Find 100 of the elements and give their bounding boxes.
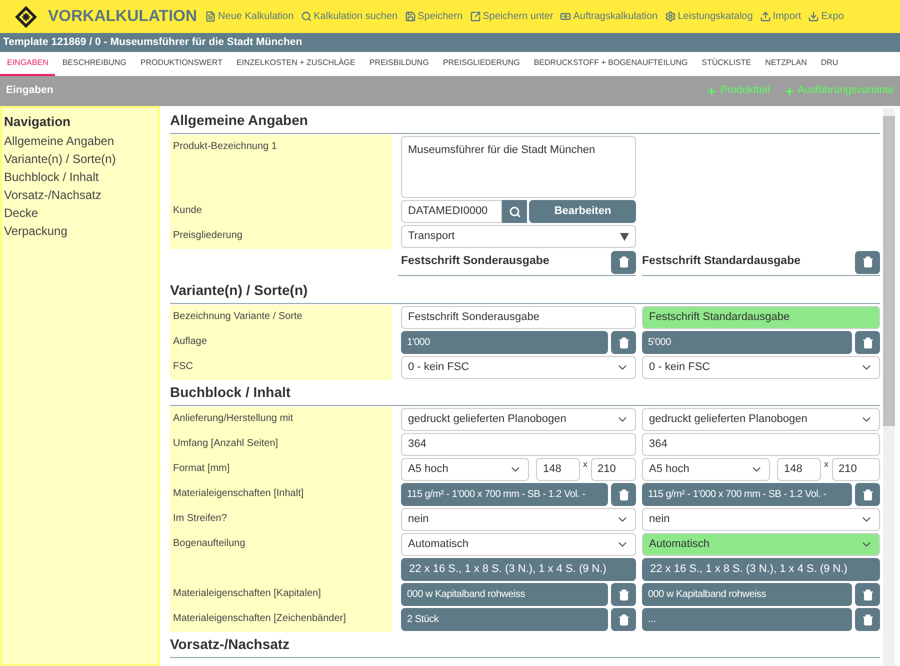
value-field[interactable]: 2 Stück [401, 608, 608, 631]
document-title: Template 121869 / 0 - Museumsführer für die Stadt München [0, 33, 900, 52]
value-field[interactable]: ... [642, 608, 852, 631]
toolbar-button[interactable]: Import [760, 9, 802, 24]
trash-icon [862, 588, 874, 600]
value-field: 22 x 16 S., 1 x 8 S. (3 N.), 1 x 4 S. (9 N.) [401, 558, 636, 581]
toolbar-button[interactable]: Speichern unter [470, 9, 554, 24]
trash-icon [618, 256, 630, 268]
textarea-field[interactable]: Museumsführer für die Stadt München [401, 136, 636, 198]
plus-icon [706, 86, 718, 96]
trash-icon [618, 336, 630, 348]
field-label: Format [mm] [170, 457, 392, 482]
tab[interactable]: NETZPLAN [758, 52, 814, 76]
search-button[interactable] [502, 200, 528, 223]
tab[interactable]: BESCHREIBUNG [55, 52, 134, 76]
field-label: Materialeigenschaften [Zeichenbänder] [170, 607, 392, 632]
text-field[interactable]: 364 [642, 433, 880, 456]
edit-button[interactable]: Bearbeiten [529, 200, 636, 223]
value-field[interactable]: 000 w Kapitalband rohweiss [642, 583, 852, 606]
navigation-link[interactable]: Buchblock / Inhalt [4, 168, 156, 186]
toolbar-button[interactable]: Expo [808, 9, 844, 24]
toolbar-button[interactable]: Leistungskatalog [664, 9, 753, 24]
tab[interactable]: PREISGLIEDERUNG [436, 52, 527, 76]
delete-button[interactable] [855, 608, 880, 631]
text-field[interactable]: 364 [401, 433, 636, 456]
select-field[interactable]: gedruckt gelieferten Planobogen [401, 408, 636, 431]
select-field[interactable]: A5 hoch [401, 458, 529, 481]
field-label: Preisgliederung [170, 224, 392, 249]
variant-heading: Festschrift Sonderausgabe [401, 254, 550, 270]
tab[interactable]: DRU [814, 52, 846, 76]
toolbar-button[interactable]: Speichern [404, 9, 463, 24]
select-field[interactable]: nein [401, 508, 636, 531]
select-field[interactable]: nein [642, 508, 880, 531]
scrollbar-thumb[interactable] [883, 116, 895, 426]
delete-button[interactable] [855, 250, 880, 274]
search-icon [300, 11, 312, 22]
delete-button[interactable] [611, 608, 636, 631]
select-field[interactable]: gedruckt gelieferten Planobogen [642, 408, 880, 431]
toolbar-button[interactable]: Auftragskalkulation [560, 9, 658, 24]
select-field[interactable]: 0 - kein FSC [401, 356, 636, 379]
dropdown-triangle-icon [620, 232, 629, 240]
value-field[interactable]: 000 w Kapitalband rohweiss [401, 583, 608, 606]
trash-icon [618, 588, 630, 600]
field-label: Auflage [170, 330, 392, 355]
upload-icon [760, 11, 771, 22]
trash-icon [862, 488, 874, 500]
save-icon [404, 11, 416, 22]
settings-icon [664, 11, 676, 22]
delete-button[interactable] [611, 583, 636, 606]
times-sign: x [824, 458, 828, 471]
width-field[interactable]: 148 [777, 458, 821, 481]
select-field[interactable]: A5 hoch [642, 458, 770, 481]
delete-button[interactable] [855, 483, 880, 506]
height-field[interactable]: 210 [832, 458, 880, 481]
field-label: Kunde [170, 199, 392, 224]
value-field: 22 x 16 S., 1 x 8 S. (3 N.), 1 x 4 S. (9 N.) [642, 558, 880, 581]
delete-button[interactable] [611, 331, 636, 354]
toolbar-button[interactable]: Kalkulation suchen [300, 9, 398, 24]
value-field[interactable]: 1'000 [401, 331, 608, 354]
select-field[interactable]: Automatisch [642, 533, 880, 556]
field-label: FSC [170, 355, 392, 380]
customer-field[interactable]: DATAMEDI0000 [401, 200, 502, 223]
value-field[interactable]: 5'000 [642, 331, 852, 354]
value-field[interactable]: 115 g/m² - 1'000 x 700 mm - SB - 1.2 Vol. - [642, 483, 852, 506]
toolbar-button[interactable]: Neue Kalkulation [205, 9, 294, 24]
delete-button[interactable] [855, 331, 880, 354]
tab[interactable]: STÜCKLISTE [694, 52, 758, 76]
value-field[interactable]: 115 g/m² - 1'000 x 700 mm - SB - 1.2 Vol. - [401, 483, 608, 506]
field-label: Umfang [Anzahl Seiten] [170, 432, 392, 457]
section-bar-title: Eingaben [6, 83, 54, 98]
width-field[interactable]: 148 [536, 458, 580, 481]
navigation-link[interactable]: Vorsatz-/Nachsatz [4, 186, 156, 204]
select-field[interactable]: 0 - kein FSC [642, 356, 880, 379]
file-icon [205, 11, 216, 22]
navigation-link[interactable]: Variante(n) / Sorte(n) [4, 150, 156, 168]
select-field[interactable]: Transport [401, 225, 636, 248]
share-icon [470, 11, 481, 22]
height-field[interactable]: 210 [590, 458, 636, 481]
logo-icon [14, 4, 38, 28]
field-label: Im Streifen? [170, 507, 392, 532]
scrollbar[interactable] [883, 108, 895, 666]
trash-icon [862, 256, 874, 268]
tab[interactable]: PRODUKTIONSWERT [133, 52, 230, 76]
select-field[interactable]: Automatisch [401, 533, 636, 556]
field-label: Anlieferung/Herstellung mit [170, 407, 392, 432]
delete-button[interactable] [611, 483, 636, 506]
delete-button[interactable] [611, 250, 636, 274]
text-field[interactable]: Festschrift Standardausgabe [642, 306, 880, 329]
trash-icon [862, 614, 874, 626]
navigation-link[interactable]: Verpackung [4, 222, 156, 240]
navigation-link[interactable]: Allgemeine Angaben [4, 132, 156, 150]
trash-icon [862, 336, 874, 348]
tab[interactable]: BEDRUCKSTOFF + BOGENAUFTEILUNG [526, 52, 695, 76]
section-heading: Vorsatz-/Nachsatz [170, 632, 880, 658]
tab[interactable]: PREISBILDUNG [362, 52, 436, 76]
tab[interactable]: EINZELKOSTEN + ZUSCHLÄGE [229, 52, 362, 76]
trash-icon [618, 614, 630, 626]
navigation-link[interactable]: Decke [4, 204, 156, 222]
delete-button[interactable] [855, 583, 880, 606]
text-field[interactable]: Festschrift Sonderausgabe [401, 306, 636, 329]
